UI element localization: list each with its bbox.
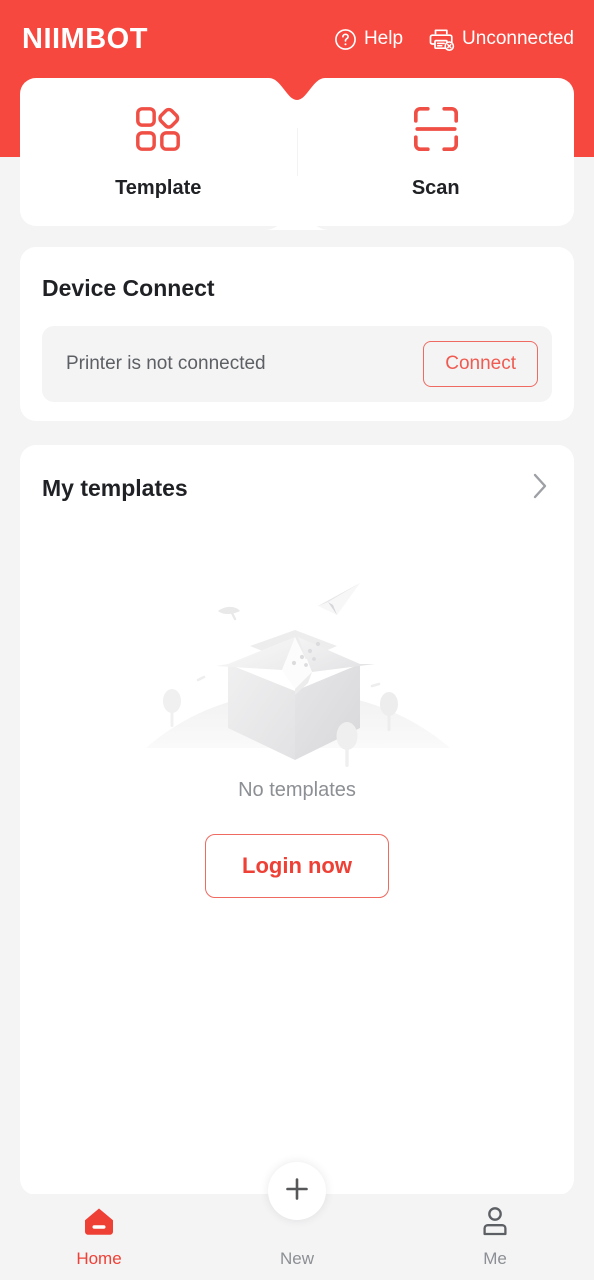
- template-grid-icon: [133, 104, 183, 159]
- card-notch-top: [269, 78, 325, 100]
- nav-item-home[interactable]: Home: [0, 1205, 198, 1269]
- device-status-text: Printer is not connected: [66, 353, 266, 374]
- empty-state-text: No templates: [238, 779, 356, 801]
- nav-label-new: New: [279, 1249, 314, 1268]
- nav-item-new[interactable]: New: [198, 1162, 396, 1280]
- login-now-button[interactable]: Login now: [205, 834, 389, 898]
- header-actions: Help Unconnected: [334, 27, 574, 51]
- help-circle-icon: [334, 28, 357, 51]
- tab-scan[interactable]: Scan: [298, 78, 575, 226]
- bottom-navigation: Home New Me: [0, 1162, 594, 1280]
- person-icon: [479, 1205, 511, 1242]
- nav-item-me[interactable]: Me: [396, 1205, 594, 1269]
- chevron-right-icon[interactable]: [530, 471, 550, 506]
- my-templates-title: My templates: [42, 475, 188, 501]
- connection-status-button[interactable]: Unconnected: [429, 27, 574, 51]
- plus-icon: [283, 1175, 311, 1208]
- scan-frame-icon: [411, 104, 461, 159]
- app-header: NIIMBOT Help Unconnected: [0, 0, 594, 78]
- card-notch-bottom: [265, 212, 329, 230]
- tab-scan-label: Scan: [411, 177, 460, 199]
- app-brand-title: NIIMBOT: [22, 22, 148, 55]
- my-templates-header[interactable]: My templates: [42, 471, 552, 506]
- device-connect-title: Device Connect: [42, 275, 215, 301]
- my-templates-card: My templates No templates Login now: [20, 445, 574, 1195]
- nav-label-home: Home: [76, 1249, 122, 1268]
- device-status-row: Printer is not connected Connect: [42, 326, 552, 402]
- empty-state: No templates Login now: [42, 558, 552, 898]
- printer-disconnected-icon: [429, 27, 455, 51]
- connection-status-label: Unconnected: [462, 28, 574, 49]
- new-fab-button[interactable]: [268, 1162, 326, 1220]
- device-connect-card: Device Connect Printer is not connected …: [20, 247, 574, 421]
- connect-button[interactable]: Connect: [423, 341, 538, 387]
- open-box-paper-plane-illustration: [132, 558, 462, 773]
- tab-template-label: Template: [115, 177, 202, 199]
- quick-actions-card: Template Scan: [20, 78, 574, 226]
- tab-template[interactable]: Template: [20, 78, 297, 226]
- help-button[interactable]: Help: [334, 28, 403, 51]
- help-label: Help: [363, 28, 404, 49]
- nav-label-me: Me: [483, 1249, 507, 1268]
- home-icon: [82, 1205, 116, 1242]
